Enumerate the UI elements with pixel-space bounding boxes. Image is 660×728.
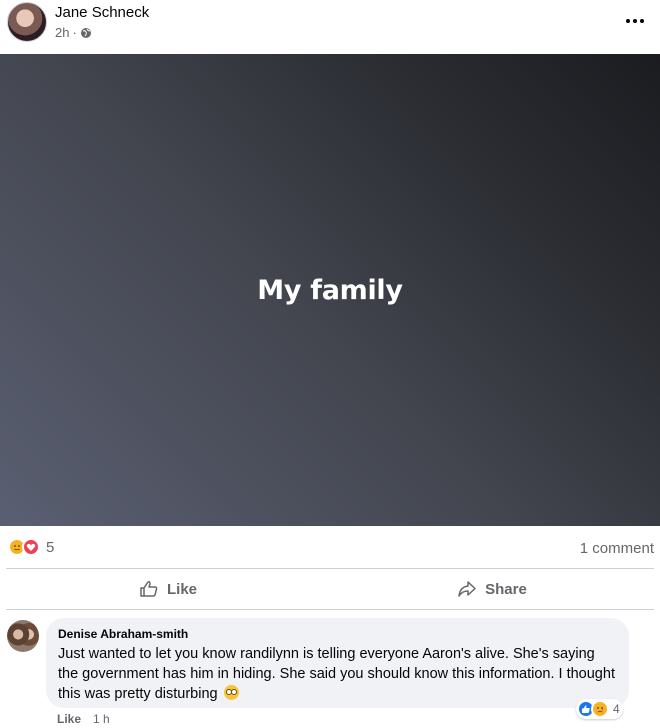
comment-text-block: Just wanted to let you know randilynn is… xyxy=(58,644,617,704)
post-text: My family xyxy=(257,274,403,306)
dot-icon xyxy=(640,19,644,23)
dot-icon xyxy=(626,19,630,23)
share-button[interactable]: Share xyxy=(330,569,654,609)
divider xyxy=(6,609,654,610)
meta-separator: · xyxy=(72,25,77,40)
comment-reaction-count: 4 xyxy=(613,702,620,716)
share-label: Share xyxy=(485,580,527,598)
post-text-background[interactable]: My family xyxy=(0,54,660,526)
thumbs-up-icon xyxy=(140,581,158,597)
comment-like-link[interactable]: Like xyxy=(57,712,81,726)
author-avatar[interactable] xyxy=(7,2,47,42)
post-actions: Like Share xyxy=(6,569,654,609)
reaction-summary[interactable]: 5 xyxy=(8,538,54,556)
dot-icon xyxy=(633,19,637,23)
comment-count[interactable]: 1 comment xyxy=(580,540,654,557)
comment-actions: Like 1 h xyxy=(57,712,110,726)
heart-icon xyxy=(26,543,36,551)
like-label: Like xyxy=(166,580,197,598)
more-options-button[interactable] xyxy=(624,12,646,30)
globe-icon[interactable] xyxy=(80,27,92,39)
post-meta: 2h · xyxy=(55,25,92,40)
care-face-icon xyxy=(14,545,20,551)
post-stats: 5 1 comment xyxy=(0,526,660,568)
author-name[interactable]: Jane Schneck xyxy=(55,4,149,21)
like-button[interactable]: Like xyxy=(6,569,330,609)
comment-reactions[interactable]: 4 xyxy=(576,699,623,719)
comment-text: Just wanted to let you know randilynn is… xyxy=(58,646,615,702)
share-arrow-icon xyxy=(458,581,476,597)
sad-face-icon xyxy=(597,707,604,713)
comment-bubble: Denise Abraham-smith Just wanted to let … xyxy=(46,618,629,708)
comment-time[interactable]: 1 h xyxy=(93,712,110,726)
commenter-avatar[interactable] xyxy=(7,620,39,652)
post-header: Jane Schneck 2h · xyxy=(0,0,660,54)
reaction-count[interactable]: 5 xyxy=(46,539,54,556)
commenter-name[interactable]: Denise Abraham-smith xyxy=(58,627,617,641)
post-time[interactable]: 2h xyxy=(55,25,69,40)
flushed-face-icon xyxy=(223,685,239,700)
sad-icon xyxy=(591,700,609,718)
love-icon xyxy=(22,538,40,556)
thumbs-up-icon xyxy=(582,705,590,713)
